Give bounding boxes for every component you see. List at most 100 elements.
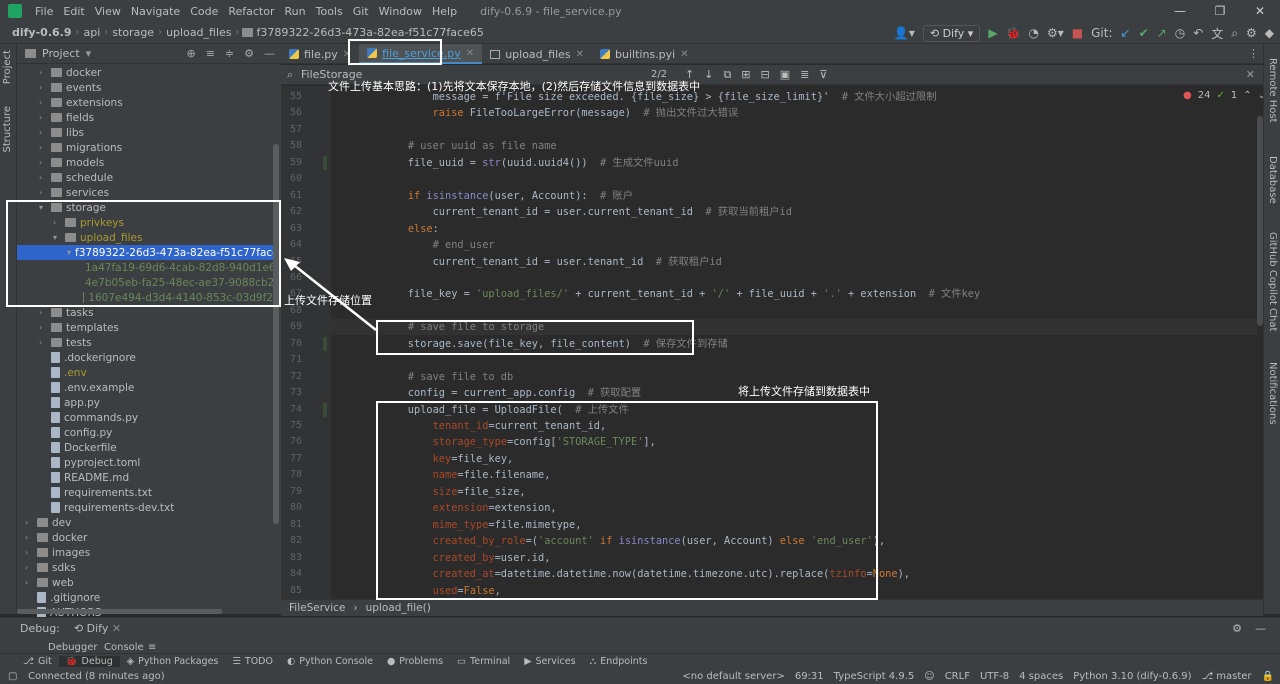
gear-icon[interactable]: ⚙ [244, 47, 254, 60]
tree-item[interactable]: › docker [17, 65, 273, 80]
project-horizontal-scrollbar[interactable] [17, 609, 222, 614]
tree-item[interactable]: › tests [17, 335, 273, 350]
tree-item[interactable]: › fields [17, 110, 273, 125]
tree-item[interactable]: › extensions [17, 95, 273, 110]
code-line[interactable]: config = current_app.config # 获取配置 [383, 385, 641, 401]
copilot-icon[interactable]: ☺ [924, 671, 934, 682]
structure-tool-button[interactable]: Structure [2, 106, 13, 153]
tree-item[interactable]: commands.py [17, 410, 273, 425]
code-line[interactable]: # save file to db [383, 369, 513, 385]
tree-item[interactable]: README.md [17, 470, 273, 485]
tool-git[interactable]: ⎇ Git [16, 656, 59, 667]
code-line[interactable]: file_uuid = str(uuid.uuid4()) # 生成文件uuid [383, 155, 679, 171]
run-config-select[interactable]: ⟲ Dify ▾ [922, 24, 981, 42]
vcs-change-marker[interactable] [323, 336, 327, 351]
code-line[interactable]: file_key = 'upload_files/' + current_ten… [383, 286, 980, 302]
menu-refactor[interactable]: Refactor [223, 5, 279, 18]
tool-endpoints[interactable]: ⛬ Endpoints [583, 656, 655, 667]
run-icon[interactable]: ▶ [988, 26, 997, 40]
filter-icon[interactable]: ⊽ [819, 68, 827, 82]
debug-icon[interactable]: 🐞 [1006, 26, 1021, 40]
menu-edit[interactable]: Edit [58, 5, 89, 18]
select-all-icon[interactable]: ⧉ [723, 68, 731, 82]
chevron-right-icon[interactable]: › [25, 563, 37, 572]
menu-window[interactable]: Window [374, 5, 427, 18]
code-line[interactable]: current_tenant_id = user.current_tenant_… [383, 204, 792, 220]
breadcrumb-method[interactable]: upload_file() [366, 602, 431, 614]
menu-run[interactable]: Run [280, 5, 311, 18]
menu-icon[interactable]: ≡ [148, 642, 156, 653]
chevron-up-icon[interactable]: ⌃ [1243, 90, 1251, 101]
tree-item[interactable]: › schedule [17, 170, 273, 185]
tab-builtins-pyi[interactable]: builtins.pyi ✕ [592, 44, 697, 64]
ide-logo-icon[interactable]: ◆ [1265, 26, 1274, 40]
tree-item[interactable]: .gitignore [17, 590, 273, 605]
chevron-right-icon[interactable]: › [25, 578, 37, 587]
more-icon[interactable]: ⋮ [1248, 47, 1259, 60]
translate-icon[interactable]: 文 [1211, 25, 1223, 42]
profile-icon[interactable]: ⚙▾ [1047, 26, 1064, 40]
expand-all-icon[interactable]: ≡ [206, 47, 215, 60]
breadcrumb-class[interactable]: FileService [289, 602, 345, 614]
close-icon[interactable]: ✕ [112, 622, 121, 635]
typescript-version[interactable]: TypeScript 4.9.5 [834, 671, 915, 682]
tool-services[interactable]: ▶ Services [517, 656, 582, 667]
chevron-right-icon[interactable]: › [39, 308, 51, 317]
chevron-right-icon[interactable]: › [39, 128, 51, 137]
breadcrumb-api[interactable]: api [80, 26, 105, 39]
menu-file[interactable]: File [30, 5, 58, 18]
restore-icon[interactable]: ❐ [1200, 0, 1240, 22]
tree-item[interactable]: Dockerfile [17, 440, 273, 455]
add-occurrence-icon[interactable]: ⊞ [741, 68, 750, 82]
tree-item[interactable]: app.py [17, 395, 273, 410]
tree-item[interactable]: › tasks [17, 305, 273, 320]
tree-item[interactable]: › sdks [17, 560, 273, 575]
tree-item[interactable]: › migrations [17, 140, 273, 155]
minimize-icon[interactable]: — [1160, 0, 1200, 22]
caret-position[interactable]: 69:31 [795, 671, 824, 682]
user-icon[interactable]: 👤▾ [894, 26, 915, 40]
tab-upload-files[interactable]: upload_files ✕ [482, 44, 592, 64]
python-interpreter[interactable]: Python 3.10 (dify-0.6.9) [1073, 671, 1191, 682]
tree-item[interactable]: › services [17, 185, 273, 200]
chevron-right-icon[interactable]: › [39, 68, 51, 77]
tree-item[interactable]: › events [17, 80, 273, 95]
chevron-right-icon[interactable]: › [39, 338, 51, 347]
tree-item[interactable]: › images [17, 545, 273, 560]
chevron-right-icon[interactable]: › [39, 323, 51, 332]
code-line[interactable]: # end_user [383, 237, 495, 253]
tree-item[interactable]: .env.example [17, 380, 273, 395]
collapse-all-icon[interactable]: ≑ [225, 47, 234, 60]
coverage-icon[interactable]: ◔ [1029, 26, 1039, 40]
tree-item[interactable]: requirements.txt [17, 485, 273, 500]
copilot-tool-button[interactable]: GitHub Copilot Chat [1267, 232, 1278, 331]
breadcrumb-folder[interactable]: f3789322-26d3-473a-82ea-f51c77face65 [253, 26, 488, 39]
stop-icon[interactable]: ■ [1072, 26, 1083, 40]
menu-git[interactable]: Git [348, 5, 374, 18]
tree-item[interactable]: › libs [17, 125, 273, 140]
git-update-icon[interactable]: ↙ [1121, 26, 1131, 40]
locate-icon[interactable]: ⊕ [186, 47, 195, 60]
chevron-right-icon[interactable]: › [39, 83, 51, 92]
tool-python-console[interactable]: ◐ Python Console [280, 656, 380, 667]
chevron-right-icon[interactable]: › [39, 98, 51, 107]
indent-setting[interactable]: 4 spaces [1019, 671, 1063, 682]
chevron-right-icon[interactable]: › [39, 143, 51, 152]
tool-python-packages[interactable]: ◈ Python Packages [120, 656, 226, 667]
file-encoding[interactable]: UTF-8 [980, 671, 1009, 682]
menu-navigate[interactable]: Navigate [126, 5, 185, 18]
breadcrumb-upload-files[interactable]: upload_files [162, 26, 235, 39]
tree-item[interactable]: › docker [17, 530, 273, 545]
tool-terminal[interactable]: ▭ Terminal [450, 656, 517, 667]
tab-console[interactable]: Console [104, 642, 144, 653]
arrow-down-icon[interactable]: ↓ [704, 68, 713, 82]
menu-code[interactable]: Code [185, 5, 223, 18]
filter-options-icon[interactable]: ≣ [800, 68, 809, 82]
tree-item[interactable]: › web [17, 575, 273, 590]
git-commit-icon[interactable]: ✔ [1139, 26, 1149, 40]
lock-icon[interactable]: 🔒 [1262, 671, 1274, 682]
code-line[interactable]: if isinstance(user, Account): # 账户 [383, 188, 633, 204]
tree-item[interactable]: › templates [17, 320, 273, 335]
history-icon[interactable]: ◷ [1175, 26, 1185, 40]
select-occurrences-icon[interactable]: ▣ [780, 68, 790, 82]
